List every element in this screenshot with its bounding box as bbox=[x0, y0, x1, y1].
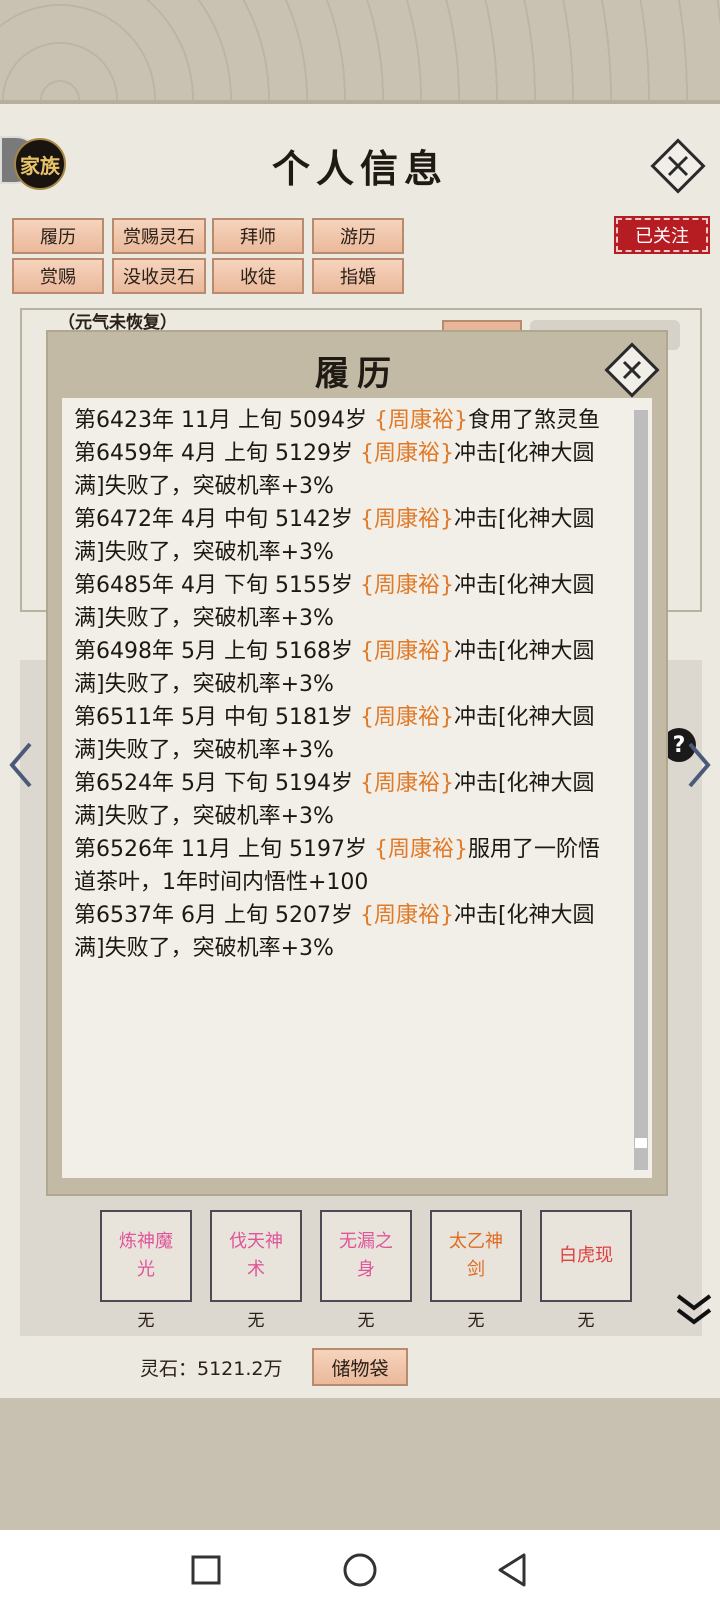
system-nav-bar bbox=[0, 1530, 720, 1610]
log-prefix: 第6526年 11月 上旬 5197岁 bbox=[74, 837, 374, 862]
log-prefix: 第6511年 5月 中旬 5181岁 bbox=[74, 705, 360, 730]
log-name: {周康裕} bbox=[359, 573, 454, 598]
skill-status-4: 无 bbox=[467, 1311, 485, 1331]
top-decoration bbox=[0, 0, 720, 100]
log-prefix: 第6459年 4月 上旬 5129岁 bbox=[74, 441, 360, 466]
log-entry: 第6524年 5月 下旬 5194岁 {周康裕}冲击[化神大圆满]失败了，突破机… bbox=[74, 767, 620, 833]
back-icon[interactable] bbox=[490, 1548, 534, 1592]
tab-apprentice-to[interactable]: 拜师 bbox=[212, 218, 304, 254]
skill-status-5: 无 bbox=[577, 1311, 595, 1331]
follow-button[interactable]: 已关注 bbox=[614, 216, 710, 254]
log-entry: 第6472年 4月 中旬 5142岁 {周康裕}冲击[化神大圆满]失败了，突破机… bbox=[74, 503, 620, 569]
log-entry: 第6511年 5月 中旬 5181岁 {周康裕}冲击[化神大圆满]失败了，突破机… bbox=[74, 701, 620, 767]
skill-slot-2[interactable]: 伐天神术 bbox=[210, 1210, 302, 1302]
tab-resume[interactable]: 履历 bbox=[12, 218, 104, 254]
home-icon[interactable] bbox=[338, 1548, 382, 1592]
log-prefix: 第6472年 4月 中旬 5142岁 bbox=[74, 507, 360, 532]
resume-log-list: 第6423年 11月 上旬 5094岁 {周康裕}食用了煞灵鱼 第6459年 4… bbox=[74, 404, 620, 965]
log-name: {周康裕} bbox=[359, 441, 454, 466]
scroll-thumb[interactable] bbox=[635, 1138, 647, 1148]
log-name: {周康裕} bbox=[373, 837, 468, 862]
log-name: {周康裕} bbox=[359, 903, 454, 928]
log-prefix: 第6423年 11月 上旬 5094岁 bbox=[74, 408, 374, 433]
log-entry: 第6459年 4月 上旬 5129岁 {周康裕}冲击[化神大圆满]失败了，突破机… bbox=[74, 437, 620, 503]
log-entry: 第6498年 5月 上旬 5168岁 {周康裕}冲击[化神大圆满]失败了，突破机… bbox=[74, 635, 620, 701]
log-entry: 第6537年 6月 上旬 5207岁 {周康裕}冲击[化神大圆满]失败了，突破机… bbox=[74, 899, 620, 965]
recent-apps-icon[interactable] bbox=[184, 1548, 228, 1592]
close-icon[interactable] bbox=[650, 138, 706, 194]
spirit-stone-count: 灵石：5121.2万 bbox=[140, 1358, 283, 1380]
log-entry: 第6485年 4月 下旬 5155岁 {周康裕}冲击[化神大圆满]失败了，突破机… bbox=[74, 569, 620, 635]
log-name: {周康裕} bbox=[359, 507, 454, 532]
log-name: {周康裕} bbox=[359, 705, 454, 730]
tab-travel[interactable]: 游历 bbox=[312, 218, 404, 254]
skill-slot-1[interactable]: 炼神魔光 bbox=[100, 1210, 192, 1302]
storage-bag-button[interactable]: 储物袋 bbox=[312, 1348, 408, 1386]
log-prefix: 第6498年 5月 上旬 5168岁 bbox=[74, 639, 360, 664]
log-name: {周康裕} bbox=[359, 771, 454, 796]
skill-status-1: 无 bbox=[137, 1311, 155, 1331]
scrollbar[interactable] bbox=[634, 410, 648, 1170]
chevron-left-icon[interactable] bbox=[6, 740, 36, 790]
tab-arrange-marriage[interactable]: 指婚 bbox=[312, 258, 404, 294]
close-icon[interactable] bbox=[604, 342, 660, 398]
log-prefix: 第6524年 5月 下旬 5194岁 bbox=[74, 771, 360, 796]
log-prefix: 第6485年 4月 下旬 5155岁 bbox=[74, 573, 360, 598]
log-text: 食用了煞灵鱼 bbox=[467, 408, 600, 433]
log-name: {周康裕} bbox=[373, 408, 468, 433]
tab-confiscate-stone[interactable]: 没收灵石 bbox=[112, 258, 206, 294]
resume-modal: 履历 第6423年 11月 上旬 5094岁 {周康裕}食用了煞灵鱼 第6459… bbox=[48, 332, 666, 1194]
double-chevron-down-icon[interactable] bbox=[674, 1290, 714, 1330]
tab-take-disciple[interactable]: 收徒 bbox=[212, 258, 304, 294]
skill-slot-5[interactable]: 白虎现 bbox=[540, 1210, 632, 1302]
resume-log-panel[interactable]: 第6423年 11月 上旬 5094岁 {周康裕}食用了煞灵鱼 第6459年 4… bbox=[62, 398, 652, 1178]
page-title: 个人信息 bbox=[271, 146, 448, 191]
skill-slot-3[interactable]: 无漏之身 bbox=[320, 1210, 412, 1302]
log-entry: 第6526年 11月 上旬 5197岁 {周康裕}服用了一阶悟道茶叶，1年时间内… bbox=[74, 833, 620, 899]
log-name: {周康裕} bbox=[359, 639, 454, 664]
chevron-right-icon[interactable] bbox=[684, 740, 714, 790]
skill-status-2: 无 bbox=[247, 1311, 265, 1331]
tab-reward[interactable]: 赏赐 bbox=[12, 258, 104, 294]
status-note: （元气未恢复） bbox=[58, 313, 177, 333]
log-entry: 第6423年 11月 上旬 5094岁 {周康裕}食用了煞灵鱼 bbox=[74, 404, 620, 437]
skill-status-3: 无 bbox=[357, 1311, 375, 1331]
bottom-strip bbox=[0, 1398, 720, 1530]
modal-title: 履历 bbox=[315, 354, 399, 394]
tab-reward-stone[interactable]: 赏赐灵石 bbox=[112, 218, 206, 254]
skill-slot-4[interactable]: 太乙神剑 bbox=[430, 1210, 522, 1302]
log-prefix: 第6537年 6月 上旬 5207岁 bbox=[74, 903, 360, 928]
